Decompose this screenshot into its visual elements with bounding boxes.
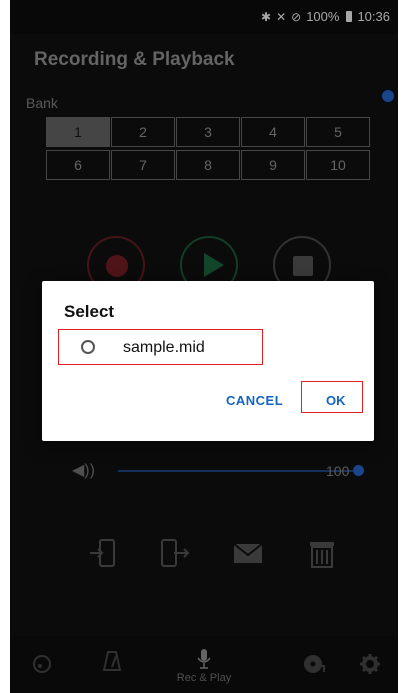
file-option-row[interactable]: sample.mid bbox=[58, 329, 263, 365]
cancel-button[interactable]: CANCEL bbox=[226, 393, 283, 408]
ok-button[interactable]: OK bbox=[326, 393, 346, 408]
select-dialog: Select sample.mid CANCEL OK bbox=[42, 281, 374, 441]
phone-screen: ✱ ✕ ⊘ 100% 10:36 Recording & Playback Ba… bbox=[10, 0, 398, 693]
ok-button-highlight: OK bbox=[301, 381, 363, 413]
file-option-label: sample.mid bbox=[123, 339, 205, 356]
radio-button[interactable] bbox=[81, 340, 95, 354]
dialog-title: Select bbox=[64, 302, 115, 321]
